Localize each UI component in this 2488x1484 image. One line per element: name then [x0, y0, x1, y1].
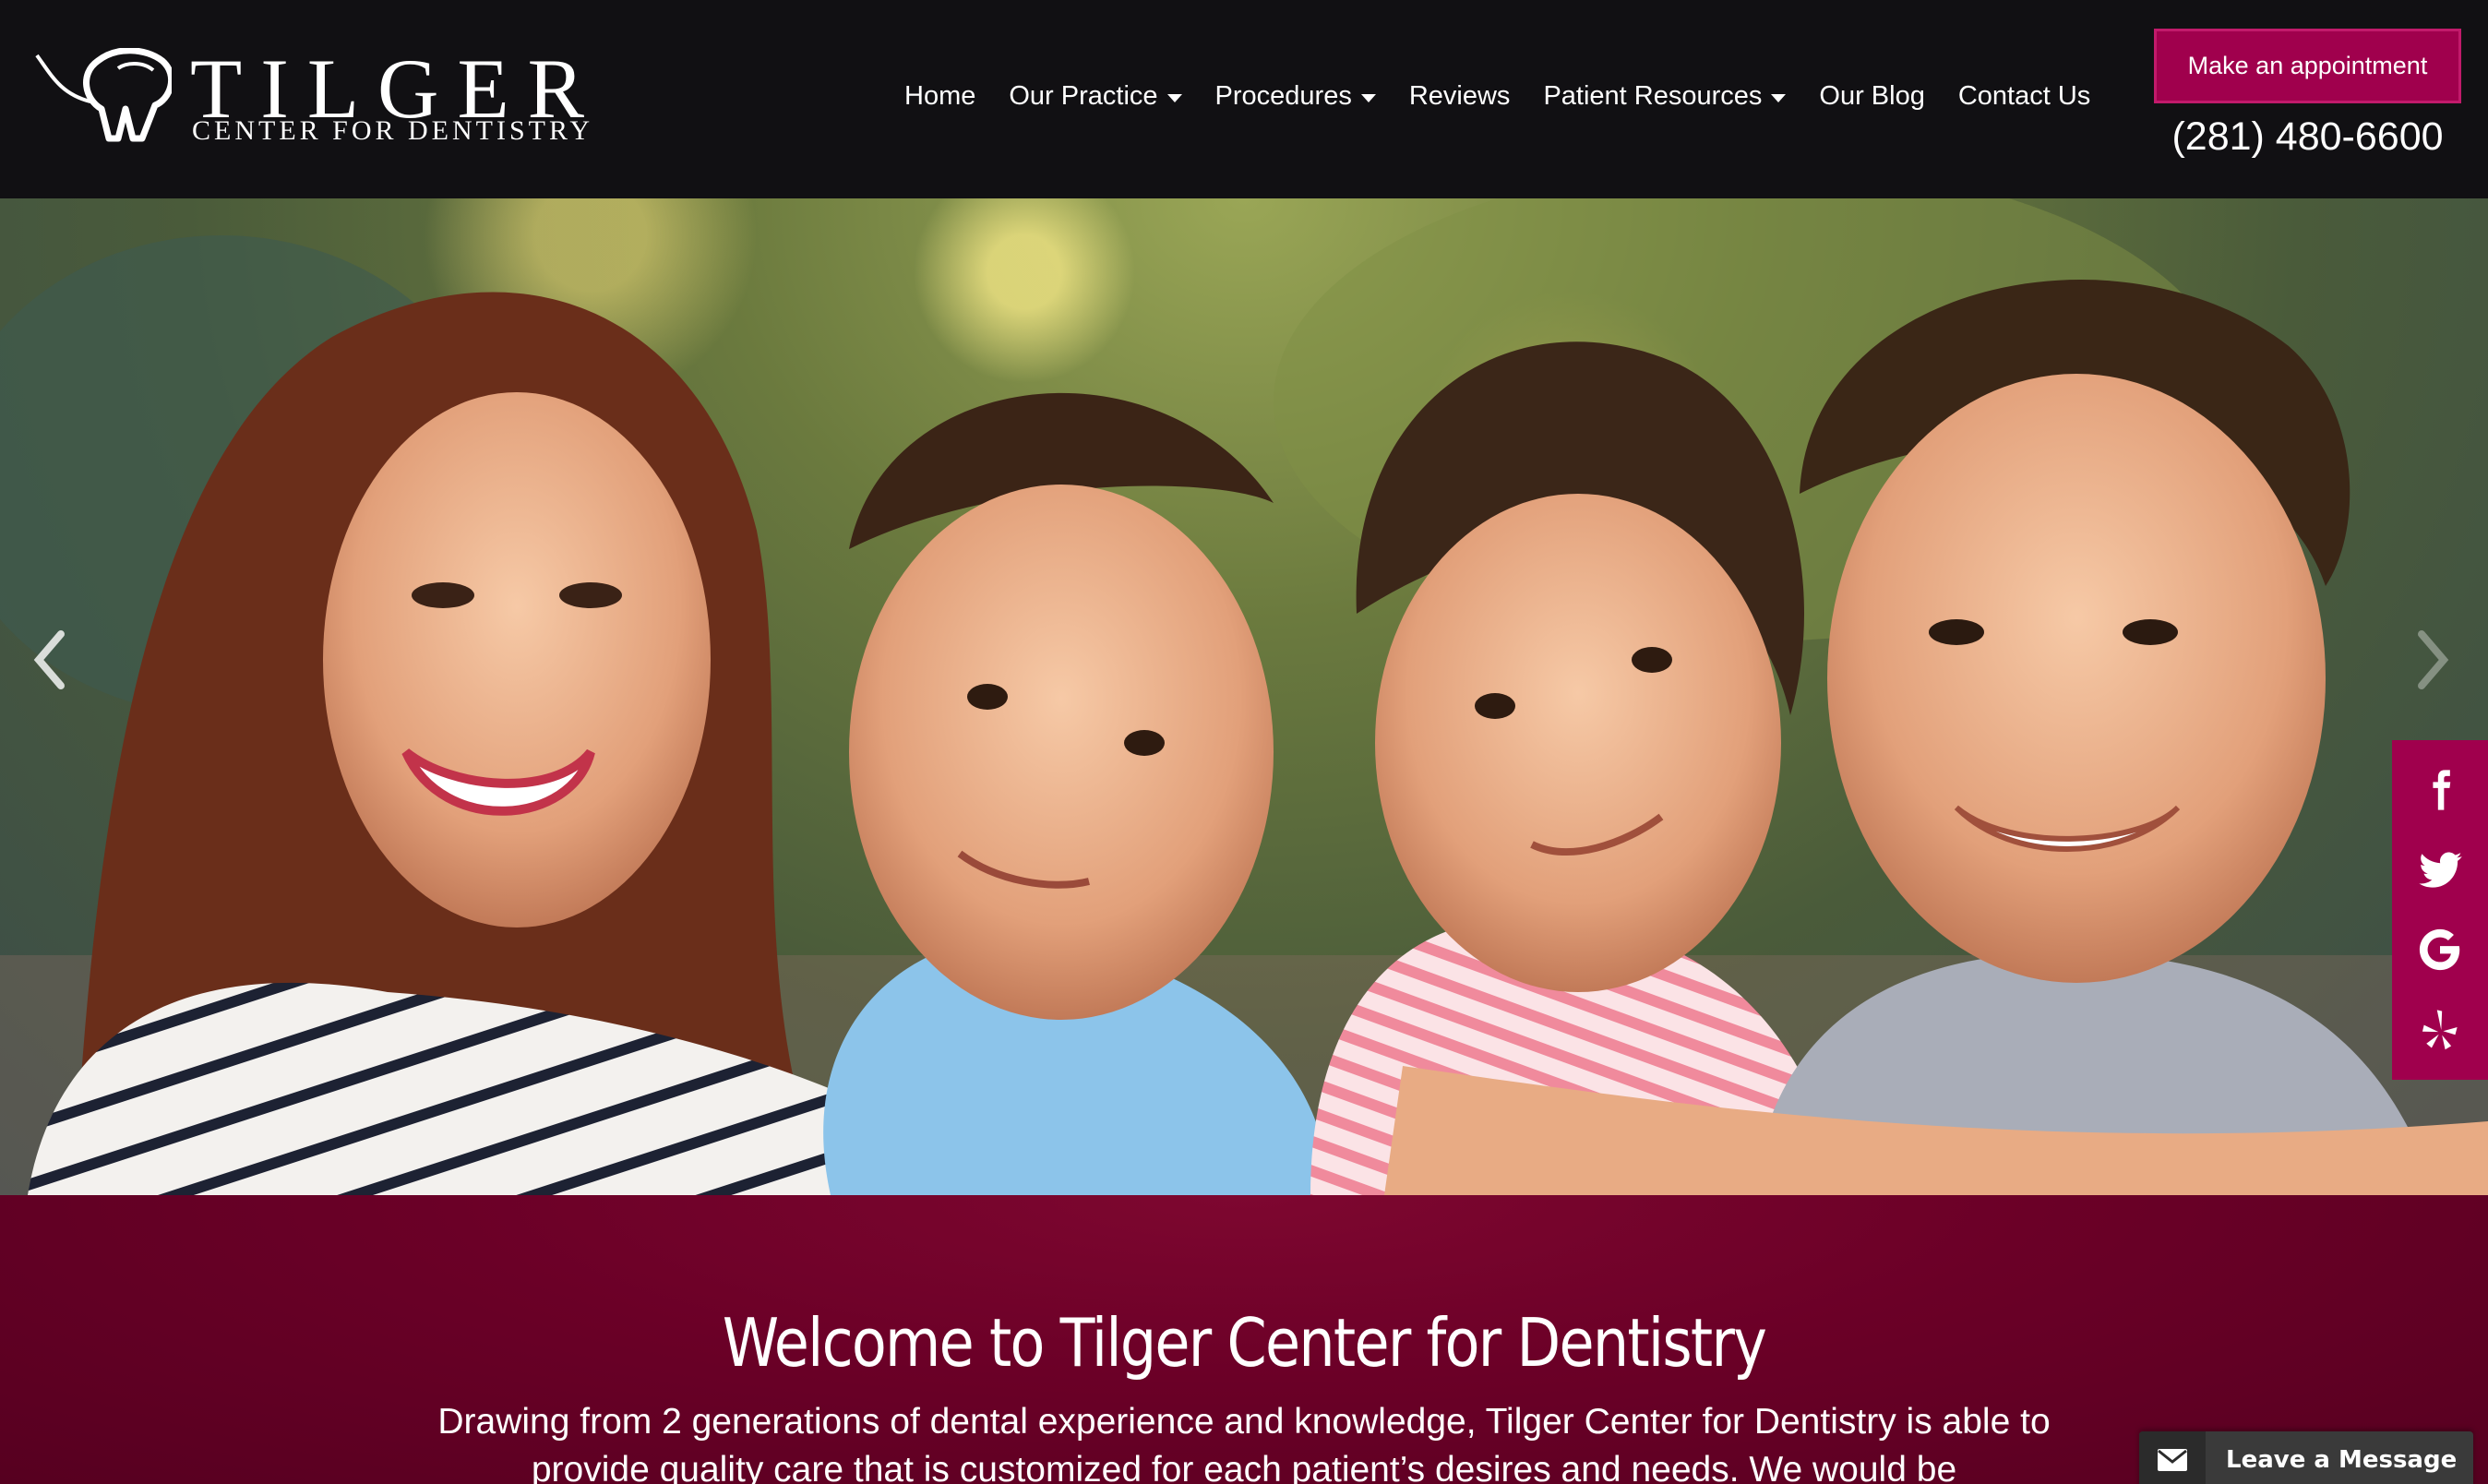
nav-home-label: Home: [904, 80, 976, 111]
nav-contact-us[interactable]: Contact Us: [1958, 81, 2090, 112]
facebook-link[interactable]: [2410, 760, 2470, 820]
carousel-prev-button[interactable]: [28, 623, 74, 697]
nav-reviews-label: Reviews: [1408, 80, 1511, 111]
welcome-text: Drawing from 2 generations of dental exp…: [437, 1402, 2051, 1484]
nav-procedures-label: Procedures: [1214, 80, 1352, 111]
mail-icon-box: [2139, 1431, 2206, 1484]
caret-down-icon: [1771, 93, 1787, 102]
chevron-right-icon: [2418, 630, 2449, 689]
site-header: TILGER CENTER FOR DENTISTRY Home Our Pra…: [0, 0, 2488, 198]
nav-patient-resources[interactable]: Patient Resources: [1543, 80, 1787, 112]
carousel-next-button[interactable]: [2409, 623, 2455, 697]
page: TILGER CENTER FOR DENTISTRY Home Our Pra…: [0, 0, 2488, 1484]
nav-reviews[interactable]: Reviews: [1409, 81, 1511, 112]
site-logo[interactable]: TILGER CENTER FOR DENTISTRY: [33, 42, 590, 150]
nav-our-blog-label: Our Blog: [1819, 80, 1925, 111]
chevron-left-icon: [33, 630, 65, 689]
twitter-icon: [2419, 852, 2462, 888]
google-link[interactable]: [2410, 920, 2470, 979]
yelp-icon: [2422, 1009, 2458, 1049]
facebook-icon: [2433, 770, 2451, 811]
leave-message-label: Leave a Message: [2226, 1446, 2458, 1474]
tooth-heart-icon: [35, 48, 172, 142]
mail-icon: [2158, 1449, 2187, 1471]
nav-our-practice[interactable]: Our Practice: [1009, 80, 1182, 112]
make-appointment-button[interactable]: Make an appointment: [2154, 29, 2461, 103]
twitter-link[interactable]: [2410, 841, 2470, 900]
main-nav: Home Our Practice Procedures Reviews Pat…: [904, 70, 2090, 122]
nav-home[interactable]: Home: [904, 81, 975, 112]
nav-our-blog[interactable]: Our Blog: [1819, 81, 1924, 112]
hero-carousel: [0, 198, 2488, 1195]
nav-procedures[interactable]: Procedures: [1215, 81, 1376, 112]
nav-patient-resources-label: Patient Resources: [1543, 80, 1763, 111]
nav-our-practice-label: Our Practice: [1009, 80, 1158, 111]
welcome-title: Welcome to Tilger Center for Dentistry: [722, 1304, 1767, 1382]
welcome-section: Welcome to Tilger Center for Dentistry D…: [0, 1195, 2488, 1484]
caret-down-icon: [1166, 93, 1182, 102]
phone-number-link[interactable]: (281) 480-6600: [2154, 109, 2461, 164]
leave-message-button[interactable]: Leave a Message: [2139, 1431, 2473, 1484]
nav-contact-us-label: Contact Us: [1957, 80, 2091, 111]
google-icon: [2419, 929, 2460, 971]
caret-down-icon: [1360, 93, 1376, 102]
yelp-link[interactable]: [2410, 1000, 2470, 1059]
family-smiling-photo: [0, 198, 2488, 1195]
brand-tagline: CENTER FOR DENTISTRY: [192, 115, 594, 146]
social-sidebar: [2392, 740, 2488, 1080]
